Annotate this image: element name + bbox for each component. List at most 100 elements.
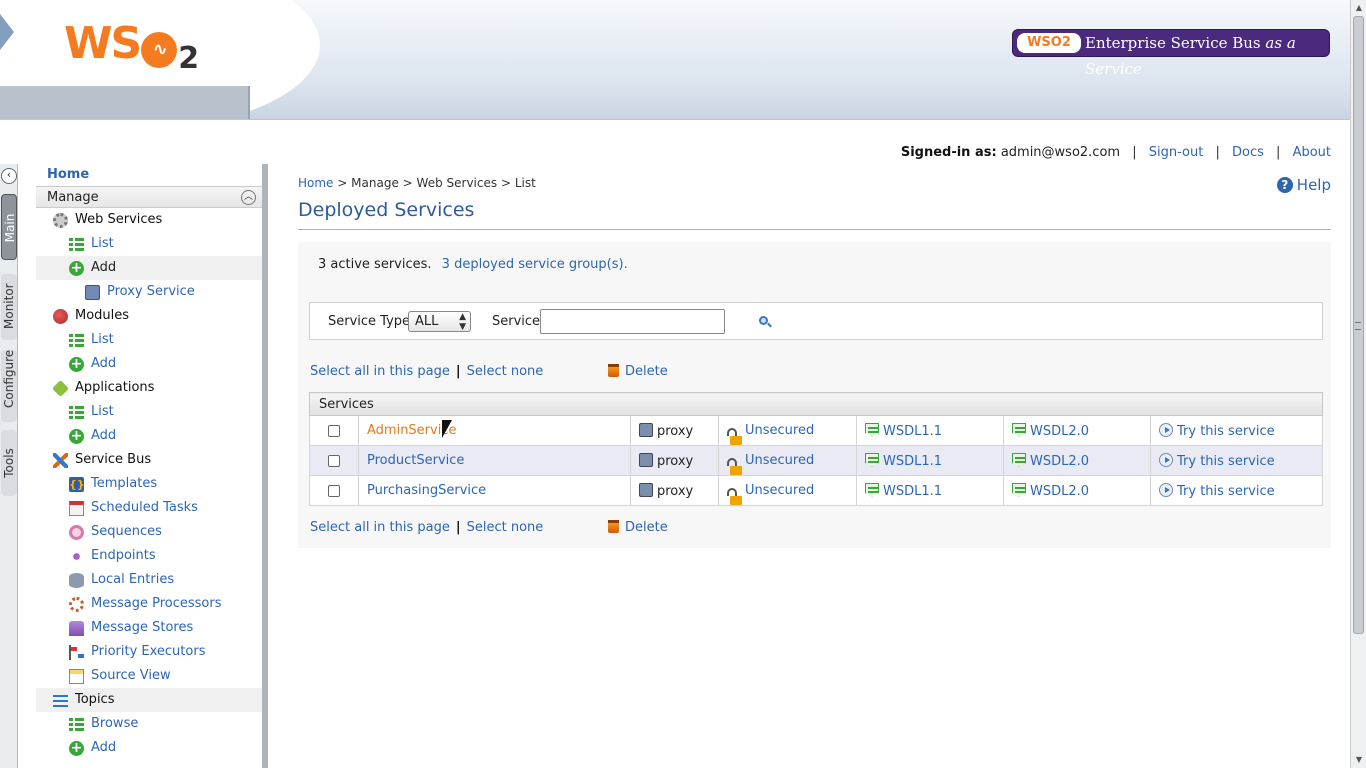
nav-priority-executors[interactable]: Priority Executors xyxy=(36,640,262,664)
service-groups-link[interactable]: 3 deployed service group(s). xyxy=(442,257,628,272)
wsdl11-link[interactable]: WSDL1.1 xyxy=(883,454,942,469)
try-service-link[interactable]: Try this service xyxy=(1177,484,1275,499)
help-link[interactable]: ? Help xyxy=(1276,176,1331,194)
select-none-link[interactable]: Select none xyxy=(467,364,544,379)
nav-link[interactable]: Proxy Service xyxy=(107,284,195,299)
nav-applications-list[interactable]: List xyxy=(36,400,262,424)
vertical-tab-bar: ‹ Main Monitor Configure Tools xyxy=(0,164,18,768)
nav-link[interactable]: Endpoints xyxy=(91,548,156,563)
select-all-link[interactable]: Select all in this page xyxy=(310,364,450,379)
nav-link[interactable]: Templates xyxy=(91,476,157,491)
tab-main[interactable]: Main xyxy=(1,194,17,260)
nav-section-manage[interactable]: Manage ︿ xyxy=(36,186,262,208)
security-link[interactable]: Unsecured xyxy=(745,483,814,498)
row-select[interactable] xyxy=(309,475,359,506)
proxy-icon xyxy=(639,422,653,437)
checkbox[interactable] xyxy=(328,424,340,437)
page-scrollbar[interactable]: ▲ ▼ xyxy=(1350,0,1366,768)
about-link[interactable]: About xyxy=(1293,145,1331,160)
active-services-count: 3 active services. xyxy=(318,257,432,272)
scroll-up-icon[interactable]: ▲ xyxy=(1354,3,1364,13)
nav-endpoints[interactable]: Endpoints xyxy=(36,544,262,568)
wsdl11-link[interactable]: WSDL1.1 xyxy=(883,424,942,439)
nav-link[interactable]: List xyxy=(91,236,114,251)
grip-icon xyxy=(1355,322,1361,330)
service-search-input[interactable] xyxy=(540,309,725,334)
row-select[interactable] xyxy=(309,415,359,446)
nav-link[interactable]: Add xyxy=(91,428,116,443)
nav-web-services-add[interactable]: + Add xyxy=(36,256,262,280)
add-icon: + xyxy=(69,740,84,756)
nav-web-services-list[interactable]: List xyxy=(36,232,262,256)
wsdl20-link[interactable]: WSDL2.0 xyxy=(1030,484,1089,499)
sign-out-link[interactable]: Sign-out xyxy=(1149,145,1204,160)
wsdl20-link[interactable]: WSDL2.0 xyxy=(1030,454,1089,469)
nav-source-view[interactable]: Source View xyxy=(36,664,262,688)
nav-applications-add[interactable]: + Add xyxy=(36,424,262,448)
nav-local-entries[interactable]: Local Entries xyxy=(36,568,262,592)
service-type-select[interactable]: ALL ▲ ▼ xyxy=(408,311,471,332)
service-counts: 3 active services. 3 deployed service gr… xyxy=(306,242,1323,302)
trash-icon xyxy=(608,364,619,377)
top-links: Signed-in as: admin@wso2.com | Sign-out … xyxy=(901,145,1331,160)
nav-link[interactable]: Priority Executors xyxy=(91,644,205,659)
nav-link[interactable]: Add xyxy=(91,740,116,755)
tab-tools[interactable]: Tools xyxy=(1,430,17,496)
select-all-link[interactable]: Select all in this page xyxy=(310,520,450,535)
service-name-link[interactable]: PurchasingService xyxy=(367,483,486,498)
try-service-link[interactable]: Try this service xyxy=(1177,424,1275,439)
collapse-menu-button[interactable]: ‹ xyxy=(1,168,17,184)
wso2-logo[interactable]: WS ∿ 2 xyxy=(64,18,199,76)
security-link[interactable]: Unsecured xyxy=(745,453,814,468)
tab-configure[interactable]: Configure xyxy=(1,350,17,422)
unlock-icon xyxy=(727,428,742,445)
delete-button[interactable]: Delete xyxy=(608,360,668,384)
nav-link[interactable]: Sequences xyxy=(91,524,162,539)
checkbox[interactable] xyxy=(328,454,340,467)
services-table: Services AdminService proxy Unsecured WS… xyxy=(309,392,1323,506)
nav-message-stores[interactable]: Message Stores xyxy=(36,616,262,640)
badge-mini-logo: WSO2 xyxy=(1017,33,1081,53)
nav-proxy-service[interactable]: Proxy Service xyxy=(36,280,262,304)
nav-sequences[interactable]: Sequences xyxy=(36,520,262,544)
service-name-link[interactable]: ProductService xyxy=(367,453,464,468)
nav-link[interactable]: Scheduled Tasks xyxy=(91,500,198,515)
nav-message-processors[interactable]: Message Processors xyxy=(36,592,262,616)
nav-topics-browse[interactable]: Browse xyxy=(36,712,262,736)
row-select[interactable] xyxy=(309,445,359,476)
nav-link[interactable]: Message Processors xyxy=(91,596,222,611)
nav-modules-add[interactable]: + Add xyxy=(36,352,262,376)
try-service-icon xyxy=(1159,482,1173,497)
search-icon[interactable] xyxy=(758,315,772,329)
tab-monitor[interactable]: Monitor xyxy=(1,274,17,340)
nav-link[interactable]: List xyxy=(91,332,114,347)
checkbox[interactable] xyxy=(328,484,340,497)
nav-templates[interactable]: {} Templates xyxy=(36,472,262,496)
try-service-link[interactable]: Try this service xyxy=(1177,454,1275,469)
nav-link[interactable]: Browse xyxy=(91,716,138,731)
proxy-icon xyxy=(85,285,100,300)
delete-button[interactable]: Delete xyxy=(608,516,668,540)
scroll-down-icon[interactable]: ▼ xyxy=(1354,755,1364,765)
nav-home[interactable]: Home xyxy=(36,164,262,186)
security-link[interactable]: Unsecured xyxy=(745,423,814,438)
nav-link[interactable]: Message Stores xyxy=(91,620,193,635)
nav-label: Service Bus xyxy=(75,452,152,467)
wsdl11-link[interactable]: WSDL1.1 xyxy=(883,484,942,499)
select-none-link[interactable]: Select none xyxy=(467,520,544,535)
nav-splitter[interactable] xyxy=(262,164,268,768)
nav-link[interactable]: Add xyxy=(91,356,116,371)
nav-scheduled-tasks[interactable]: Scheduled Tasks xyxy=(36,496,262,520)
nav-topics-add[interactable]: + Add xyxy=(36,736,262,760)
source-icon xyxy=(69,669,84,684)
wsdl20-link[interactable]: WSDL2.0 xyxy=(1030,424,1089,439)
docs-link[interactable]: Docs xyxy=(1232,145,1264,160)
breadcrumb-home[interactable]: Home xyxy=(298,176,333,190)
nav-modules-list[interactable]: List xyxy=(36,328,262,352)
logo-tab xyxy=(0,86,250,119)
collapse-icon[interactable]: ︿ xyxy=(241,190,256,205)
nav-link[interactable]: Local Entries xyxy=(91,572,174,587)
delete-label: Delete xyxy=(625,520,668,535)
nav-link[interactable]: List xyxy=(91,404,114,419)
nav-link[interactable]: Source View xyxy=(91,668,171,683)
